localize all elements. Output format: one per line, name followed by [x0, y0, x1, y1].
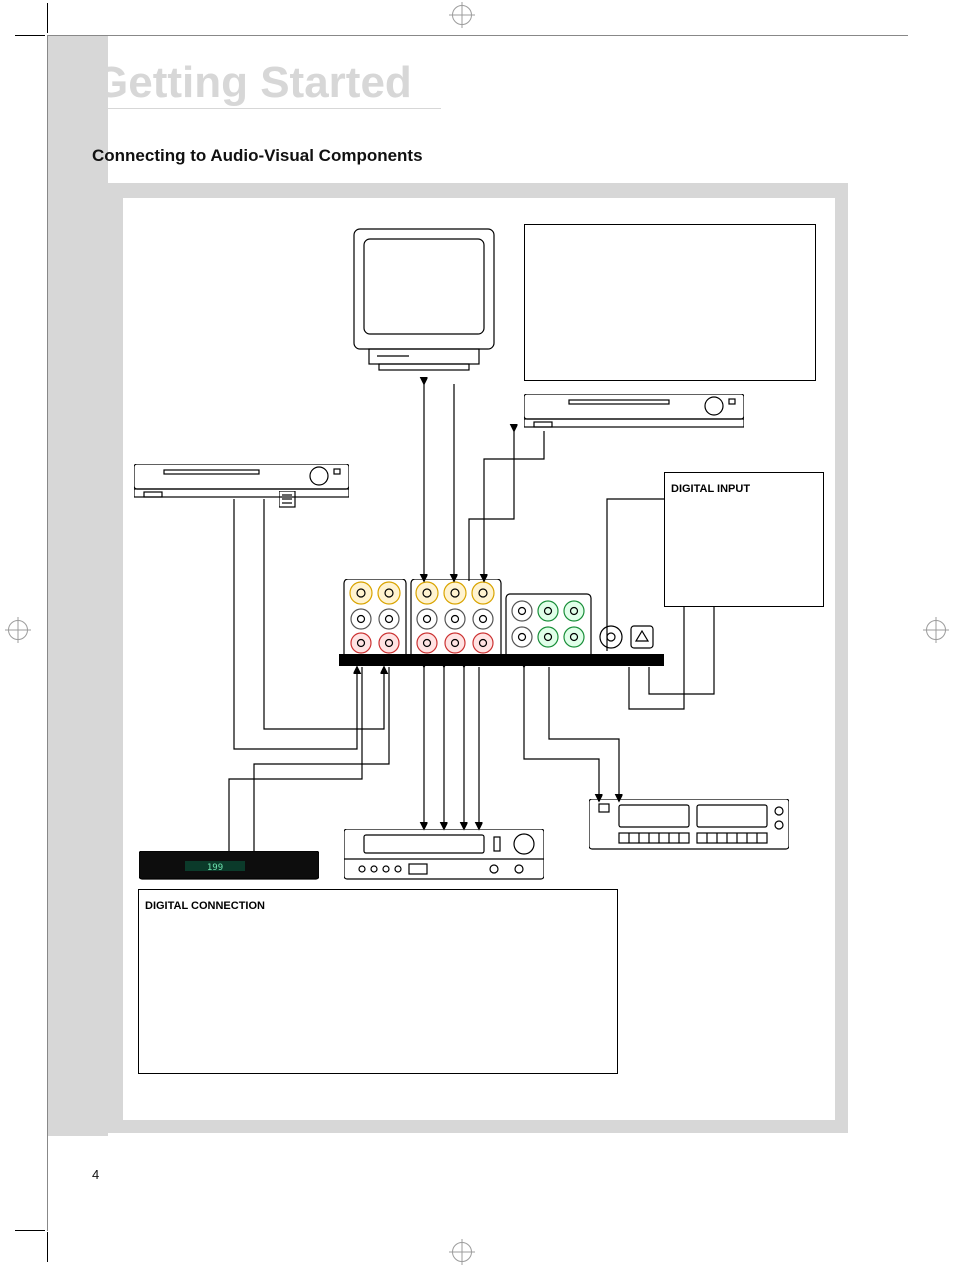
digital-connection-box: DIGITAL CONNECTION	[138, 889, 618, 1074]
left-margin-band	[48, 36, 108, 1136]
diagram-canvas: DIGITAL INPUT	[123, 198, 835, 1120]
registration-mark-icon	[452, 5, 472, 25]
section-title: Connecting to Audio-Visual Components	[92, 146, 423, 166]
crop-mark	[47, 1232, 48, 1262]
chapter-title: Getting Started	[92, 60, 441, 109]
registration-mark-icon	[8, 620, 28, 640]
registration-mark-icon	[926, 620, 946, 640]
crop-mark	[47, 3, 48, 33]
crop-mark	[15, 1230, 45, 1231]
connection-wires	[124, 199, 834, 899]
crop-mark	[15, 35, 45, 36]
registration-mark-icon	[452, 1242, 472, 1262]
digital-connection-label: DIGITAL CONNECTION	[145, 900, 265, 912]
page-number: 4	[92, 1167, 99, 1182]
